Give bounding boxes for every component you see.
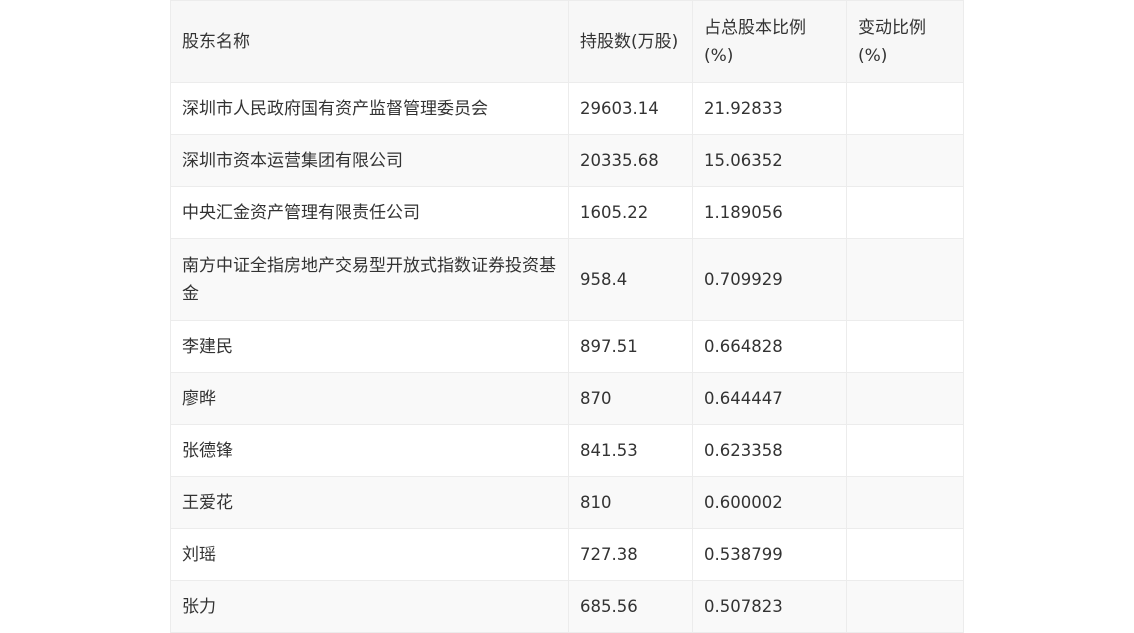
cell-shares-held: 29603.14 [568,82,693,135]
cell-share-ratio: 0.600002 [692,476,847,529]
table-row: 南方中证全指房地产交易型开放式指数证券投资基金 958.4 0.709929 [170,238,964,321]
cell-share-ratio: 21.92833 [692,82,847,135]
cell-shareholder-name: 南方中证全指房地产交易型开放式指数证券投资基金 [170,238,569,321]
cell-shareholder-name: 中央汇金资产管理有限责任公司 [170,186,569,239]
table-row: 刘瑶 727.38 0.538799 [170,528,964,581]
table-row: 王爱花 810 0.600002 [170,476,964,529]
cell-shareholder-name: 张力 [170,580,569,633]
cell-shareholder-name: 刘瑶 [170,528,569,581]
header-shareholder-name: 股东名称 [170,0,569,83]
cell-shareholder-name: 深圳市资本运营集团有限公司 [170,134,569,187]
shareholders-table: 股东名称 持股数(万股) 占总股本比例(%) 变动比例(%) 深圳市人民政府国有… [170,0,964,633]
cell-shareholder-name: 深圳市人民政府国有资产监督管理委员会 [170,82,569,135]
header-change-ratio: 变动比例(%) [846,0,964,83]
shareholders-table-container: 股东名称 持股数(万股) 占总股本比例(%) 变动比例(%) 深圳市人民政府国有… [170,0,964,633]
cell-change-ratio [846,82,964,135]
cell-shareholder-name: 廖晔 [170,372,569,425]
cell-change-ratio [846,320,964,373]
cell-shareholder-name: 张德锋 [170,424,569,477]
table-body: 深圳市人民政府国有资产监督管理委员会 29603.14 21.92833 深圳市… [170,82,964,633]
table-row: 深圳市资本运营集团有限公司 20335.68 15.06352 [170,134,964,187]
cell-change-ratio [846,238,964,321]
cell-shares-held: 897.51 [568,320,693,373]
table-row: 廖晔 870 0.644447 [170,372,964,425]
cell-shares-held: 870 [568,372,693,425]
cell-shares-held: 958.4 [568,238,693,321]
table-row: 张力 685.56 0.507823 [170,580,964,633]
header-row: 股东名称 持股数(万股) 占总股本比例(%) 变动比例(%) [170,0,964,83]
table-row: 李建民 897.51 0.664828 [170,320,964,373]
cell-share-ratio: 0.664828 [692,320,847,373]
cell-shares-held: 1605.22 [568,186,693,239]
cell-shares-held: 20335.68 [568,134,693,187]
cell-change-ratio [846,372,964,425]
cell-shares-held: 810 [568,476,693,529]
header-shares-held: 持股数(万股) [568,0,693,83]
cell-share-ratio: 1.189056 [692,186,847,239]
cell-change-ratio [846,186,964,239]
cell-change-ratio [846,424,964,477]
cell-shareholder-name: 李建民 [170,320,569,373]
cell-shares-held: 841.53 [568,424,693,477]
cell-shares-held: 727.38 [568,528,693,581]
cell-change-ratio [846,134,964,187]
cell-share-ratio: 0.709929 [692,238,847,321]
cell-share-ratio: 0.538799 [692,528,847,581]
table-header: 股东名称 持股数(万股) 占总股本比例(%) 变动比例(%) [170,0,964,83]
cell-share-ratio: 0.623358 [692,424,847,477]
table-row: 中央汇金资产管理有限责任公司 1605.22 1.189056 [170,186,964,239]
cell-share-ratio: 0.644447 [692,372,847,425]
cell-share-ratio: 0.507823 [692,580,847,633]
header-share-ratio: 占总股本比例(%) [692,0,847,83]
cell-change-ratio [846,580,964,633]
cell-change-ratio [846,528,964,581]
cell-share-ratio: 15.06352 [692,134,847,187]
cell-shares-held: 685.56 [568,580,693,633]
table-row: 张德锋 841.53 0.623358 [170,424,964,477]
table-row: 深圳市人民政府国有资产监督管理委员会 29603.14 21.92833 [170,82,964,135]
cell-shareholder-name: 王爱花 [170,476,569,529]
cell-change-ratio [846,476,964,529]
